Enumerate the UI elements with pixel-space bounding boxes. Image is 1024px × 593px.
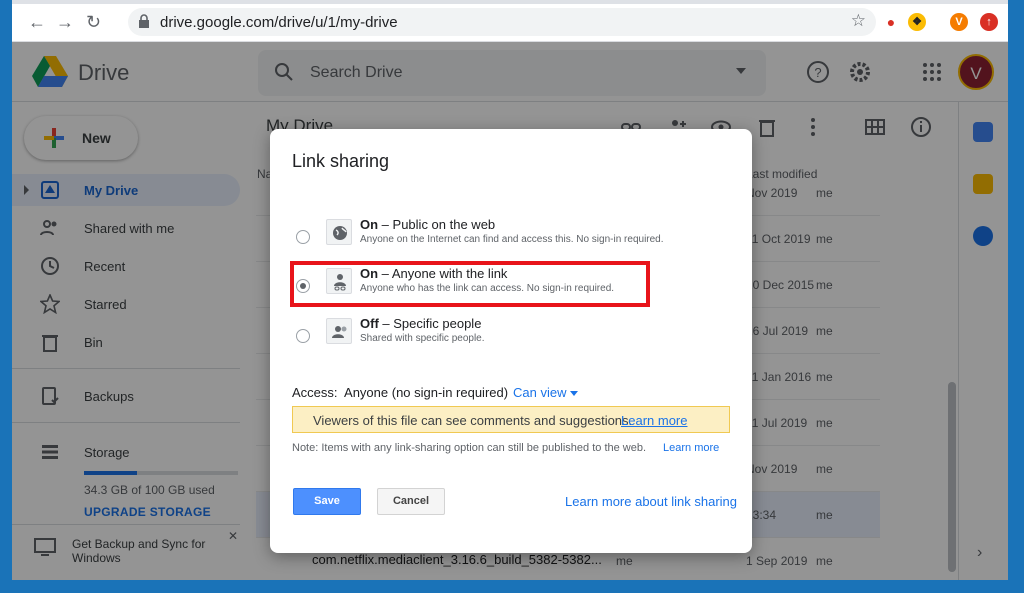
radio-public-web[interactable] xyxy=(296,230,310,244)
reload-icon[interactable]: ↻ xyxy=(86,12,101,33)
option-specific-people[interactable]: Off – Specific people Shared with specif… xyxy=(290,316,730,356)
option-label: Specific people xyxy=(393,316,482,331)
cancel-button[interactable]: Cancel xyxy=(377,488,445,515)
option-state: Off xyxy=(360,316,379,331)
radio-specific-people[interactable] xyxy=(296,329,310,343)
tab-strip xyxy=(12,0,1008,4)
option-description: Shared with specific people. xyxy=(360,333,485,344)
url-text: drive.google.com/drive/u/1/my-drive xyxy=(160,14,398,31)
note-learn-more-link[interactable]: Learn more xyxy=(663,442,719,454)
permission-dropdown[interactable]: Can view xyxy=(513,385,566,400)
access-summary: Access: Anyone (no sign-in required) xyxy=(292,385,508,400)
notice-learn-more-link[interactable]: Learn more xyxy=(621,413,687,428)
globe-icon xyxy=(326,219,352,245)
option-description: Anyone on the Internet can find and acce… xyxy=(360,234,664,245)
chevron-down-icon[interactable] xyxy=(570,391,578,396)
option-label: Public on the web xyxy=(392,217,496,232)
save-button[interactable]: Save xyxy=(293,488,361,515)
option-title: On – Public on the web xyxy=(360,217,496,232)
notice-text: Viewers of this file can see comments an… xyxy=(313,413,633,428)
option-state: On xyxy=(360,217,379,232)
browser-toolbar: ← → ↻ drive.google.com/drive/u/1/my-driv… xyxy=(12,0,1008,42)
back-icon[interactable]: ← xyxy=(28,12,46,33)
access-label: Access: xyxy=(292,385,338,400)
extension-icon[interactable]: ● xyxy=(882,13,900,31)
option-title: Off – Specific people xyxy=(360,316,482,331)
forward-icon[interactable]: → xyxy=(56,12,74,33)
extension-icon[interactable]: ❖ xyxy=(908,13,926,31)
access-value: Anyone (no sign-in required) xyxy=(344,385,509,400)
address-bar[interactable]: drive.google.com/drive/u/1/my-drive ☆ xyxy=(128,8,876,36)
lock-icon xyxy=(139,14,149,28)
people-icon xyxy=(326,318,352,344)
publish-note: Note: Items with any link-sharing option… xyxy=(292,442,647,454)
learn-more-link-sharing[interactable]: Learn more about link sharing xyxy=(565,494,737,509)
profile-icon[interactable]: V xyxy=(950,13,968,31)
highlight-box xyxy=(290,261,650,307)
option-public-web[interactable]: On – Public on the web Anyone on the Int… xyxy=(290,217,730,257)
extension-icon[interactable]: ↑ xyxy=(980,13,998,31)
bookmark-star-icon[interactable]: ☆ xyxy=(851,11,866,31)
link-sharing-dialog: Link sharing On – Public on the web Anyo… xyxy=(270,129,752,553)
dialog-title: Link sharing xyxy=(292,151,390,171)
comments-notice: Viewers of this file can see comments an… xyxy=(292,406,730,433)
